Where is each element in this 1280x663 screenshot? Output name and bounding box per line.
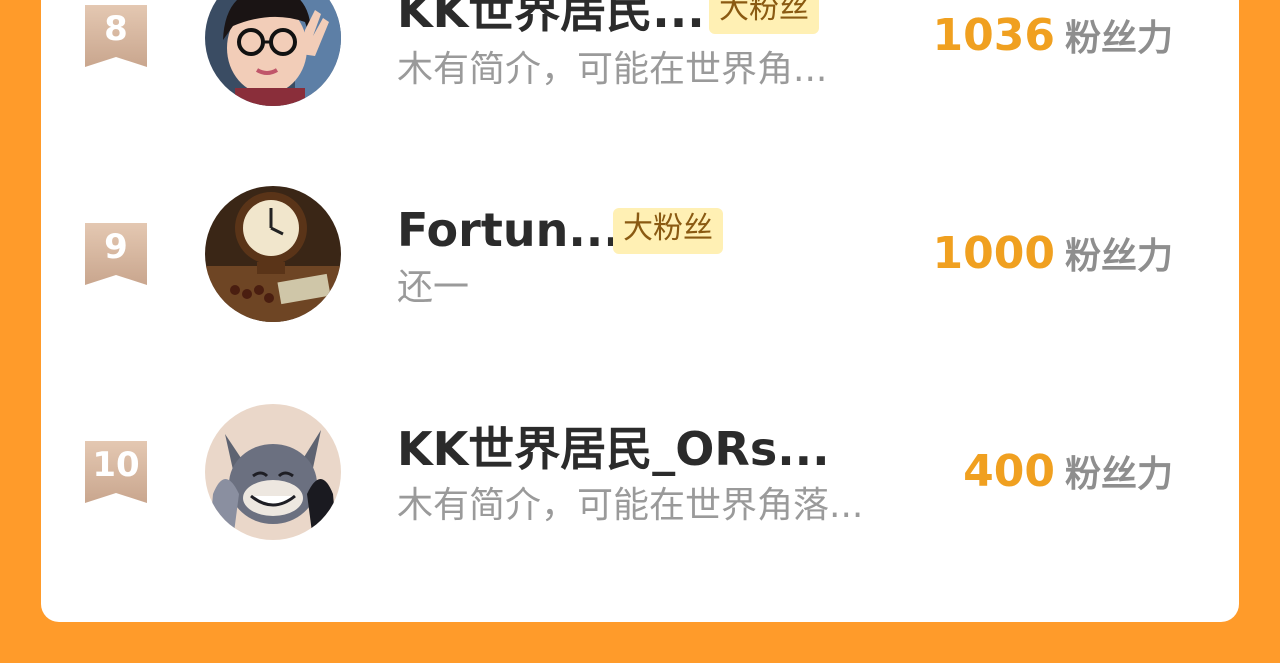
- ranking-row[interactable]: 8 KK世界居民... 大粉丝 木有简介，可能在世界角... 1036 粉丝力: [41, 0, 1239, 120]
- user-name[interactable]: Fortun...: [397, 202, 621, 258]
- user-name[interactable]: KK世界居民...: [397, 0, 705, 39]
- fan-power-value: 400: [963, 446, 1055, 497]
- big-fan-badge: 大粉丝: [613, 208, 723, 254]
- user-avatar[interactable]: [205, 404, 341, 540]
- user-name[interactable]: KK世界居民_ORs...: [397, 421, 830, 477]
- rank-ribbon: 8: [85, 5, 147, 67]
- fan-power-score: 1000 粉丝力: [933, 226, 1173, 291]
- fan-power-unit: 粉丝力: [1064, 454, 1173, 495]
- fan-power-score: 1036 粉丝力: [933, 8, 1173, 73]
- user-bio: 木有简介，可能在世界角...: [397, 49, 828, 90]
- rank-number: 10: [92, 445, 140, 485]
- user-bio: 木有简介，可能在世界角落...: [397, 485, 864, 526]
- fan-power-unit: 粉丝力: [1064, 236, 1173, 277]
- fan-ranking-card: 8 KK世界居民... 大粉丝 木有简介，可能在世界角... 1036粉丝力: [41, 0, 1239, 622]
- big-fan-badge: 大粉丝: [709, 0, 819, 34]
- rank-ribbon: 10: [85, 441, 147, 503]
- cartoon-cat-photo: [205, 404, 341, 540]
- antique-clock-photo: [205, 186, 341, 322]
- user-bio: 还一: [397, 267, 470, 308]
- fan-power-value: 1000: [932, 228, 1055, 279]
- rank-ribbon: 9: [85, 223, 147, 285]
- ranking-row[interactable]: 9 Fortun... 大粉丝 还一 1000 粉丝力: [41, 180, 1239, 340]
- fan-power-value: 1036: [932, 10, 1055, 61]
- user-avatar[interactable]: [205, 0, 341, 106]
- rank-number: 9: [104, 227, 128, 267]
- fan-power-score: 400 粉丝力: [963, 444, 1173, 509]
- girl-with-glasses-photo: [205, 0, 341, 106]
- user-avatar[interactable]: [205, 186, 341, 322]
- rank-number: 8: [104, 9, 128, 49]
- fan-power-unit: 粉丝力: [1064, 18, 1173, 59]
- ranking-row[interactable]: 10 KK世界居民_ORs... 木有简介，可能在世界角落... 400 粉丝力: [41, 400, 1239, 560]
